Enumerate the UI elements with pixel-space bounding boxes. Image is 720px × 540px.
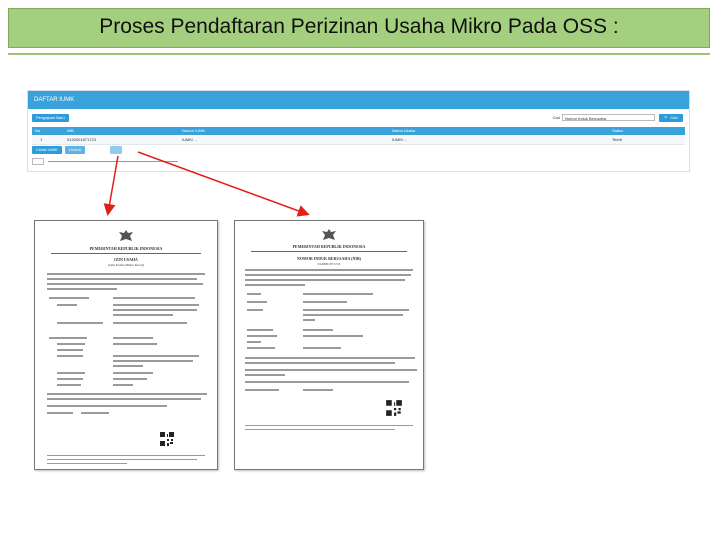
document-heading: PEMERINTAH REPUBLIK INDONESIA xyxy=(292,244,366,249)
text-line xyxy=(245,279,405,281)
field-value xyxy=(303,314,403,316)
garuda-emblem-icon xyxy=(322,229,336,240)
field-value xyxy=(113,365,143,367)
field-label xyxy=(57,378,83,380)
field-label xyxy=(57,349,83,351)
text-line xyxy=(245,389,279,391)
field-value xyxy=(113,337,153,339)
field-label xyxy=(247,335,277,337)
footer-line xyxy=(47,455,205,456)
field-value xyxy=(113,309,197,311)
text-line xyxy=(47,398,201,400)
footer-line xyxy=(245,425,413,426)
text-line xyxy=(47,283,203,285)
footer-line xyxy=(47,459,197,460)
field-value xyxy=(303,319,315,321)
text-line xyxy=(47,273,205,275)
iumk-document: PEMERINTAH REPUBLIK INDONESIA IZIN USAHA… xyxy=(34,220,218,470)
qr-code-icon xyxy=(159,431,175,447)
field-label xyxy=(57,384,81,386)
field-value xyxy=(113,355,199,357)
text-line xyxy=(47,393,207,395)
divider xyxy=(51,253,201,254)
text-line xyxy=(47,278,197,280)
garuda-emblem-icon xyxy=(119,230,133,241)
text-line xyxy=(245,362,395,364)
field-label xyxy=(57,322,103,324)
field-label xyxy=(247,329,273,331)
text-line xyxy=(245,357,415,359)
text-line xyxy=(245,274,411,276)
document-heading: PEMERINTAH REPUBLIK INDONESIA xyxy=(89,246,163,251)
text-line xyxy=(47,412,73,414)
document-title: IZIN USAHA xyxy=(114,257,138,262)
arrow-to-nib xyxy=(137,151,310,217)
field-label xyxy=(49,297,89,299)
text-line xyxy=(245,369,417,371)
field-label xyxy=(247,301,267,303)
text-line xyxy=(245,284,305,286)
text-line xyxy=(245,374,285,376)
text-line xyxy=(47,288,117,290)
field-label xyxy=(247,309,263,311)
field-label xyxy=(247,293,261,295)
field-label xyxy=(57,355,83,357)
field-value xyxy=(303,309,409,311)
field-value xyxy=(113,343,157,345)
field-value xyxy=(303,293,373,295)
field-value xyxy=(113,314,173,316)
field-label xyxy=(247,341,261,343)
text-line xyxy=(245,269,413,271)
document-subtitle: (Izin Usaha Mikro Kecil) xyxy=(108,263,144,267)
field-value xyxy=(303,335,363,337)
field-label xyxy=(49,337,87,339)
field-value xyxy=(303,329,333,331)
field-value xyxy=(113,360,193,362)
divider xyxy=(251,251,407,252)
field-label xyxy=(57,304,77,306)
document-title: NOMOR INDUK BERUSAHA (NIB) xyxy=(297,256,361,261)
field-value xyxy=(113,322,187,324)
field-value xyxy=(113,304,199,306)
text-line xyxy=(81,412,109,414)
nib-document: PEMERINTAH REPUBLIK INDONESIA NOMOR INDU… xyxy=(234,220,424,470)
arrow-to-iumk xyxy=(103,155,119,216)
footer-line xyxy=(47,463,127,464)
field-label xyxy=(57,343,85,345)
text-line xyxy=(245,381,409,383)
text-line xyxy=(303,389,333,391)
field-label xyxy=(57,372,85,374)
field-value xyxy=(113,297,195,299)
field-value xyxy=(303,301,347,303)
field-value xyxy=(113,384,133,386)
field-label xyxy=(247,347,275,349)
document-subtitle: 9120001871723 xyxy=(317,262,341,266)
field-value xyxy=(303,347,341,349)
footer-line xyxy=(245,429,395,430)
field-value xyxy=(113,378,147,380)
text-line xyxy=(47,405,167,407)
qr-code-icon xyxy=(385,399,403,417)
field-value xyxy=(113,372,153,374)
